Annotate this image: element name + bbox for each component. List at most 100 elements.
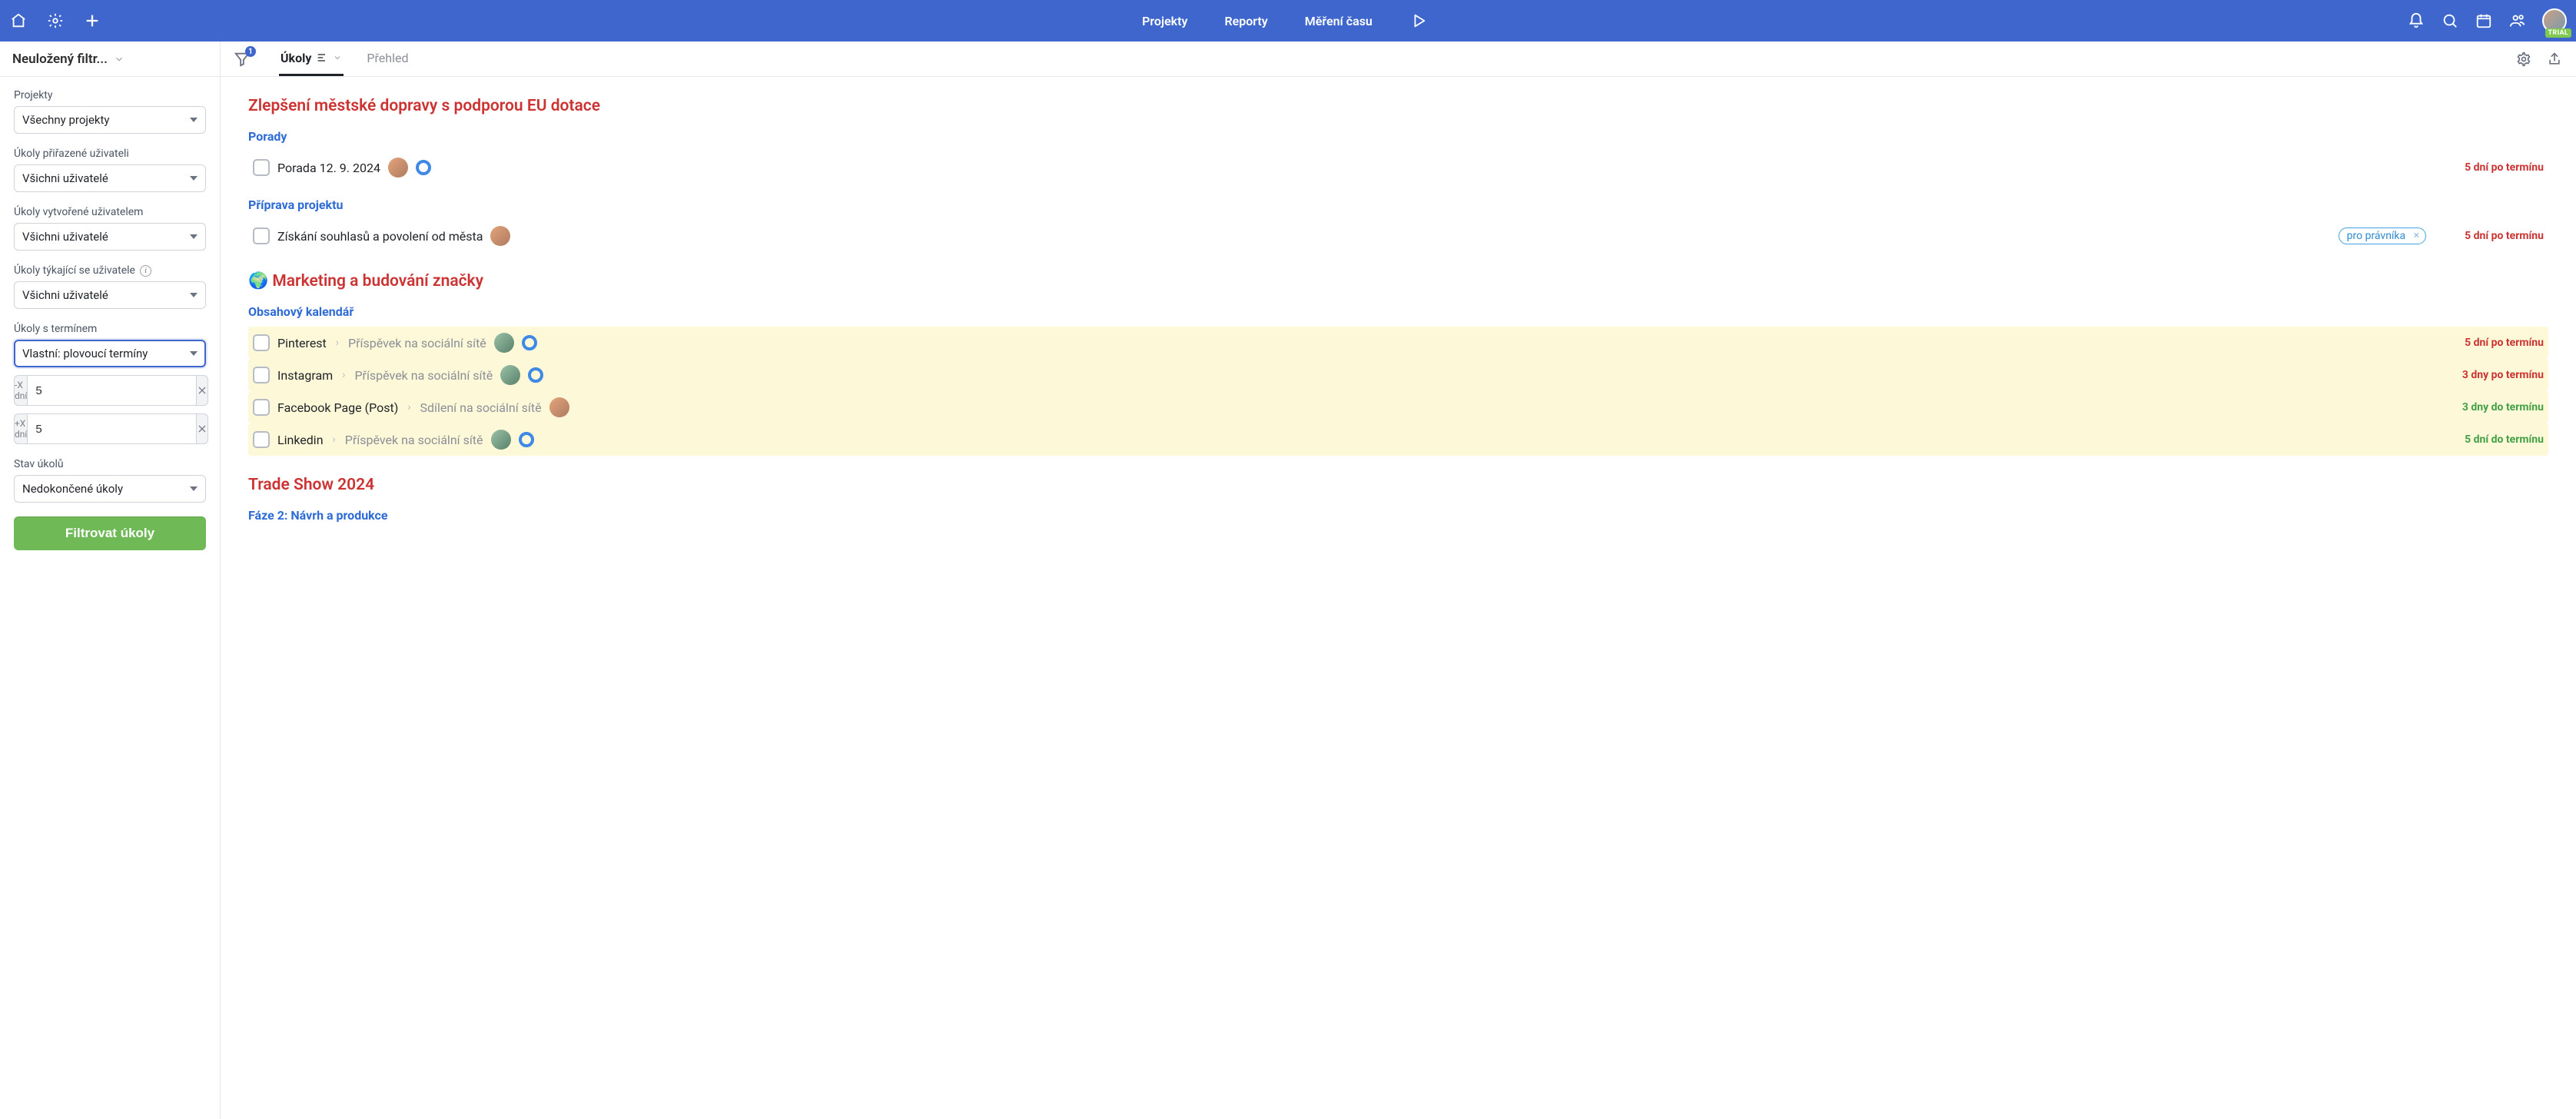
settings-icon[interactable]: [2515, 50, 2533, 68]
plus-icon[interactable]: [83, 12, 101, 30]
assignee-avatar[interactable]: [388, 158, 408, 178]
task-name: Porada 12. 9. 2024: [277, 161, 380, 175]
task-name: Získání souhlasů a povolení od města: [277, 229, 483, 244]
task-row[interactable]: Porada 12. 9. 2024 5 dní po termínu: [248, 151, 2548, 184]
filterset-dropdown[interactable]: Neuložený filtr...: [0, 42, 221, 76]
priority-ring-icon[interactable]: [522, 335, 537, 350]
chevron-right-icon: ›: [406, 401, 412, 413]
created-filter-select[interactable]: Všichni uživatelé: [14, 223, 206, 251]
nav-reports[interactable]: Reporty: [1224, 14, 1267, 28]
subsection-title[interactable]: Fáze 2: Návrh a produkce: [248, 508, 2548, 523]
task-row[interactable]: Pinterest › Příspěvek na sociální sítě 5…: [248, 327, 2548, 359]
deadline-filter-value: Vlastní: plovoucí termíny: [22, 347, 148, 360]
user-menu[interactable]: TRIAL: [2542, 8, 2567, 33]
clear-minus-button[interactable]: [197, 375, 208, 406]
projects-filter-select[interactable]: Všechny projekty: [14, 106, 206, 134]
task-checkbox[interactable]: [253, 431, 270, 448]
subsection-title[interactable]: Obsahový kalendář: [248, 304, 2548, 319]
created-filter-value: Všichni uživatelé: [22, 230, 108, 244]
view-tabs: Úkoly Přehled: [264, 42, 410, 76]
body: Projekty Všechny projekty Úkoly přiřazen…: [0, 77, 2576, 1119]
related-filter-value: Všichni uživatelé: [22, 288, 108, 302]
people-icon[interactable]: [2508, 12, 2527, 30]
status-filter-select[interactable]: Nedokončené úkoly: [14, 475, 206, 503]
assigned-filter-value: Všichni uživatelé: [22, 171, 108, 185]
due-label: 3 dny po termínu: [2462, 369, 2544, 381]
secbar-actions: [2502, 42, 2576, 76]
task-checkbox[interactable]: [253, 227, 270, 244]
task-name: Linkedin: [277, 433, 324, 447]
related-filter-select[interactable]: Všichni uživatelé: [14, 281, 206, 309]
task-row[interactable]: Získání souhlasů a povolení od města pro…: [248, 220, 2548, 252]
task-breadcrumb: Příspěvek na sociální sítě: [345, 433, 483, 447]
chevron-right-icon: ›: [331, 433, 337, 446]
play-icon[interactable]: [1409, 12, 1428, 30]
assignee-avatar[interactable]: [494, 333, 514, 353]
task-name: Pinterest: [277, 336, 327, 350]
due-label: 3 dny do termínu: [2462, 401, 2544, 413]
task-checkbox[interactable]: [253, 399, 270, 416]
bell-icon[interactable]: [2407, 12, 2425, 30]
topbar: Projekty Reporty Měření času TRIAL: [0, 0, 2576, 42]
home-icon[interactable]: [9, 12, 28, 30]
calendar-icon[interactable]: [2475, 12, 2493, 30]
nav-projects[interactable]: Projekty: [1142, 14, 1187, 28]
search-icon[interactable]: [2441, 12, 2459, 30]
close-icon: [197, 423, 207, 434]
minus-days-input[interactable]: [27, 375, 197, 406]
projects-filter-value: Všechny projekty: [22, 113, 110, 127]
subsection-title[interactable]: Porady: [248, 129, 2548, 144]
assignee-avatar[interactable]: [491, 430, 511, 450]
assignee-avatar[interactable]: [490, 226, 510, 246]
project-title[interactable]: Zlepšení městské dopravy s podporou EU d…: [248, 97, 2548, 115]
filter-presets-button[interactable]: 1: [221, 42, 264, 76]
task-row[interactable]: Facebook Page (Post) › Sdílení na sociál…: [248, 391, 2548, 423]
topbar-left: [9, 12, 163, 30]
minus-prefix: -X dní: [14, 375, 27, 406]
tag-chip[interactable]: pro právníka: [2339, 227, 2426, 244]
task-breadcrumb: Příspěvek na sociální sítě: [354, 368, 493, 383]
nav-time-tracking[interactable]: Měření času: [1305, 14, 1373, 28]
priority-ring-icon[interactable]: [519, 432, 534, 447]
status-filter-label: Stav úkolů: [14, 458, 206, 470]
info-icon[interactable]: i: [140, 265, 151, 277]
priority-ring-icon[interactable]: [528, 367, 543, 383]
project-title[interactable]: 🌍 Marketing a budování značky: [248, 272, 2548, 291]
project-emoji: 🌍: [248, 272, 268, 291]
priority-ring-icon[interactable]: [416, 160, 431, 175]
tab-tasks[interactable]: Úkoly: [279, 42, 344, 76]
task-name: Facebook Page (Post): [277, 400, 398, 415]
task-row[interactable]: Linkedin › Příspěvek na sociální sítě 5 …: [248, 423, 2548, 456]
chevron-right-icon: ›: [334, 337, 340, 349]
assigned-filter-select[interactable]: Všichni uživatelé: [14, 164, 206, 192]
projects-filter-label: Projekty: [14, 89, 206, 101]
task-checkbox[interactable]: [253, 159, 270, 176]
topbar-right: TRIAL: [2407, 8, 2567, 33]
tab-tasks-label: Úkoly: [281, 51, 311, 65]
deadline-filter-select[interactable]: Vlastní: plovoucí termíny: [14, 340, 206, 367]
assignee-avatar[interactable]: [549, 397, 569, 417]
gear-icon[interactable]: [46, 12, 65, 30]
clear-plus-button[interactable]: [197, 413, 208, 444]
task-breadcrumb: Příspěvek na sociální sítě: [348, 336, 486, 350]
presets-badge: 1: [245, 46, 256, 57]
deadline-minus-row: -X dní: [14, 375, 206, 406]
task-checkbox[interactable]: [253, 334, 270, 351]
task-row[interactable]: Instagram › Příspěvek na sociální sítě 3…: [248, 359, 2548, 391]
deadline-filter-label: Úkoly s termínem: [14, 323, 206, 335]
subsection-title[interactable]: Příprava projektu: [248, 198, 2548, 212]
chevron-down-icon: [333, 53, 342, 62]
plus-days-input[interactable]: [27, 413, 197, 444]
project-title[interactable]: Trade Show 2024: [248, 476, 2548, 494]
tab-overview[interactable]: Přehled: [365, 42, 410, 76]
share-icon[interactable]: [2545, 50, 2564, 68]
created-filter-label: Úkoly vytvořené uživatelem: [14, 206, 206, 218]
assignee-avatar[interactable]: [500, 365, 520, 385]
list-icon: [316, 51, 328, 64]
apply-filters-button[interactable]: Filtrovat úkoly: [14, 516, 206, 550]
task-checkbox[interactable]: [253, 367, 270, 384]
chevron-right-icon: ›: [340, 369, 347, 381]
filters-sidebar: Projekty Všechny projekty Úkoly přiřazen…: [0, 77, 221, 1119]
topbar-center: Projekty Reporty Měření času: [163, 12, 2407, 30]
filterset-name: Neuložený filtr...: [12, 51, 108, 67]
